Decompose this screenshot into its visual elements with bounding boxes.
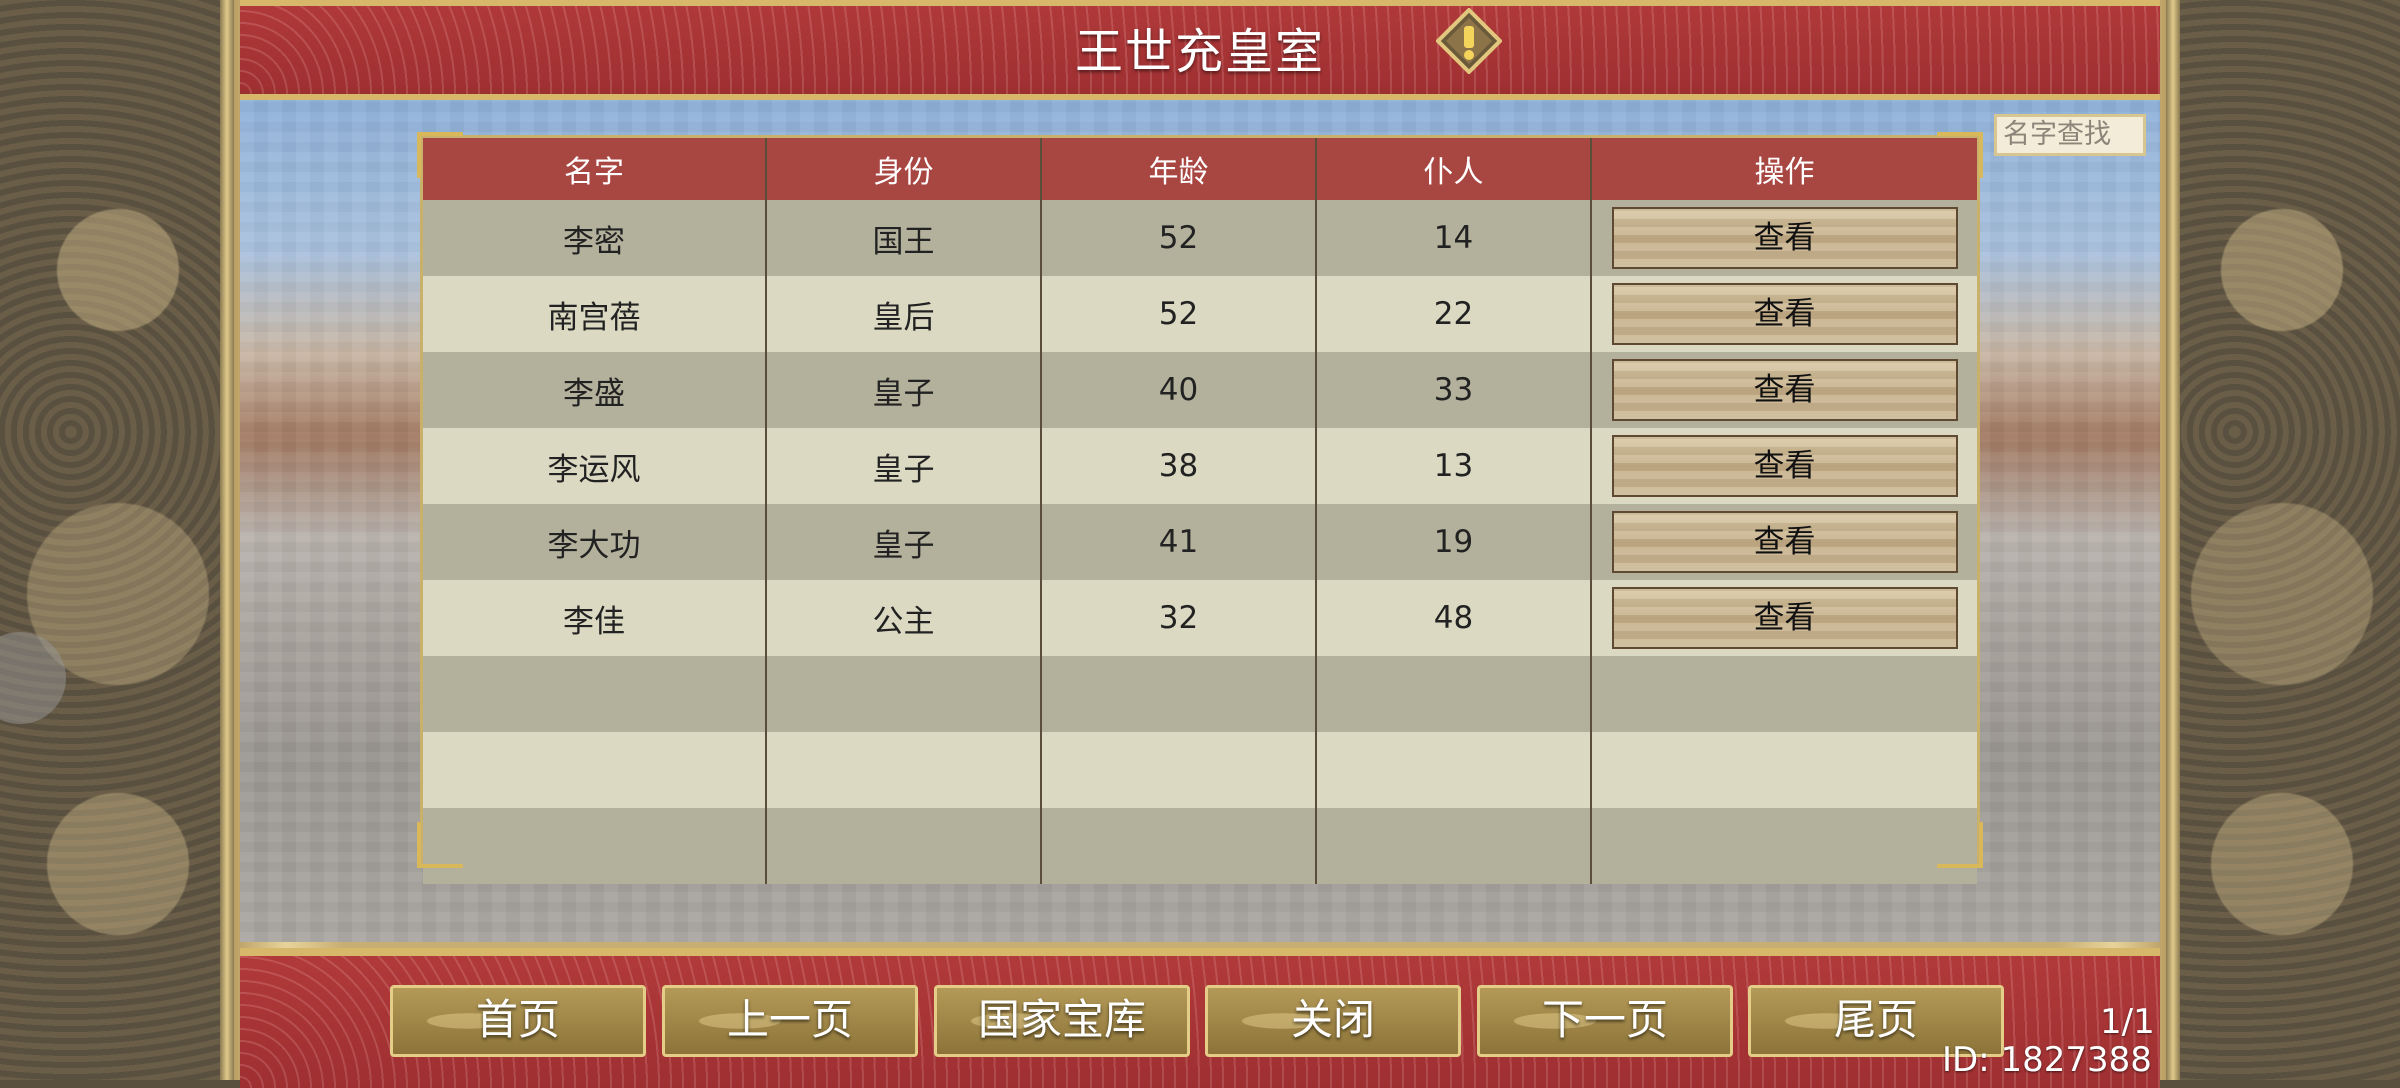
column-header-age: 年龄 <box>1041 138 1317 200</box>
view-button[interactable]: 查看 <box>1611 283 1958 345</box>
empty-row <box>423 656 1977 732</box>
cell-servants: 33 <box>1316 352 1592 428</box>
cell-action: 查看 <box>1591 428 1977 504</box>
cell-age: 32 <box>1041 580 1317 656</box>
empty-row <box>423 808 1977 884</box>
cell-name: 李大功 <box>423 504 767 580</box>
column-header-name: 名字 <box>423 138 767 200</box>
national-treasury-button[interactable]: 国家宝库 <box>934 985 1190 1057</box>
member-table: 名字 身份 年龄 仆人 操作 李密 国王 52 14 查看 南宫蓓 皇后 52 … <box>423 138 1977 884</box>
table-row: 李密 国王 52 14 查看 <box>423 200 1977 276</box>
table-header-row: 名字 身份 年龄 仆人 操作 <box>423 138 1977 200</box>
cell-action: 查看 <box>1591 580 1977 656</box>
cell-identity: 皇后 <box>766 276 1042 352</box>
corner-ornament <box>417 822 463 868</box>
royal-family-table: 名字 身份 年龄 仆人 操作 李密 国王 52 14 查看 南宫蓓 皇后 52 … <box>417 132 1983 884</box>
view-button[interactable]: 查看 <box>1611 511 1958 573</box>
close-button[interactable]: 关闭 <box>1205 985 1461 1057</box>
view-button[interactable]: 查看 <box>1611 435 1958 497</box>
next-page-button[interactable]: 下一页 <box>1477 985 1733 1057</box>
cell-age: 38 <box>1041 428 1317 504</box>
cell-name: 李运风 <box>423 428 767 504</box>
left-dragon-border <box>0 0 236 1080</box>
cell-name: 李密 <box>423 200 767 276</box>
cell-action: 查看 <box>1591 352 1977 428</box>
cell-servants: 19 <box>1316 504 1592 580</box>
cell-identity: 公主 <box>766 580 1042 656</box>
cell-name: 李佳 <box>423 580 767 656</box>
cell-identity: 国王 <box>766 200 1042 276</box>
view-button[interactable]: 查看 <box>1611 207 1958 269</box>
table-row: 南宫蓓 皇后 52 22 查看 <box>423 276 1977 352</box>
column-header-servants: 仆人 <box>1316 138 1592 200</box>
cell-age: 52 <box>1041 200 1317 276</box>
right-dragon-border <box>2164 0 2400 1080</box>
empty-row <box>423 732 1977 808</box>
cell-name: 李盛 <box>423 352 767 428</box>
corner-ornament <box>417 132 463 178</box>
cell-identity: 皇子 <box>766 504 1042 580</box>
cell-action: 查看 <box>1591 276 1977 352</box>
exclamation-icon <box>1435 7 1503 75</box>
first-page-button[interactable]: 首页 <box>390 985 646 1057</box>
cell-age: 41 <box>1041 504 1317 580</box>
table-row: 李盛 皇子 40 33 查看 <box>423 352 1977 428</box>
cell-action: 查看 <box>1591 504 1977 580</box>
cell-identity: 皇子 <box>766 352 1042 428</box>
name-search-input[interactable]: 名字查找 <box>1994 114 2146 156</box>
cell-age: 52 <box>1041 276 1317 352</box>
view-button[interactable]: 查看 <box>1611 587 1958 649</box>
right-rail <box>2166 0 2180 1080</box>
page-indicator: 1/1 <box>2100 1002 2155 1042</box>
table-row: 李运风 皇子 38 13 查看 <box>423 428 1977 504</box>
cell-servants: 14 <box>1316 200 1592 276</box>
table-row: 李佳 公主 32 48 查看 <box>423 580 1977 656</box>
header-bar: 王世充皇室 <box>240 0 2160 100</box>
column-header-action: 操作 <box>1591 138 1977 200</box>
corner-ornament <box>1937 822 1983 868</box>
cell-name: 南宫蓓 <box>423 276 767 352</box>
prev-page-button[interactable]: 上一页 <box>662 985 918 1057</box>
left-rail <box>220 0 234 1080</box>
corner-ornament <box>1937 132 1983 178</box>
cell-age: 40 <box>1041 352 1317 428</box>
cell-servants: 22 <box>1316 276 1592 352</box>
column-header-identity: 身份 <box>766 138 1042 200</box>
page-title: 王世充皇室 <box>1074 24 1325 80</box>
view-button[interactable]: 查看 <box>1611 359 1958 421</box>
cell-servants: 13 <box>1316 428 1592 504</box>
cell-identity: 皇子 <box>766 428 1042 504</box>
player-id: ID: 1827388 <box>1942 1040 2152 1080</box>
table-row: 李大功 皇子 41 19 查看 <box>423 504 1977 580</box>
warning-button[interactable] <box>1435 7 1503 75</box>
cell-servants: 48 <box>1316 580 1592 656</box>
cell-action: 查看 <box>1591 200 1977 276</box>
